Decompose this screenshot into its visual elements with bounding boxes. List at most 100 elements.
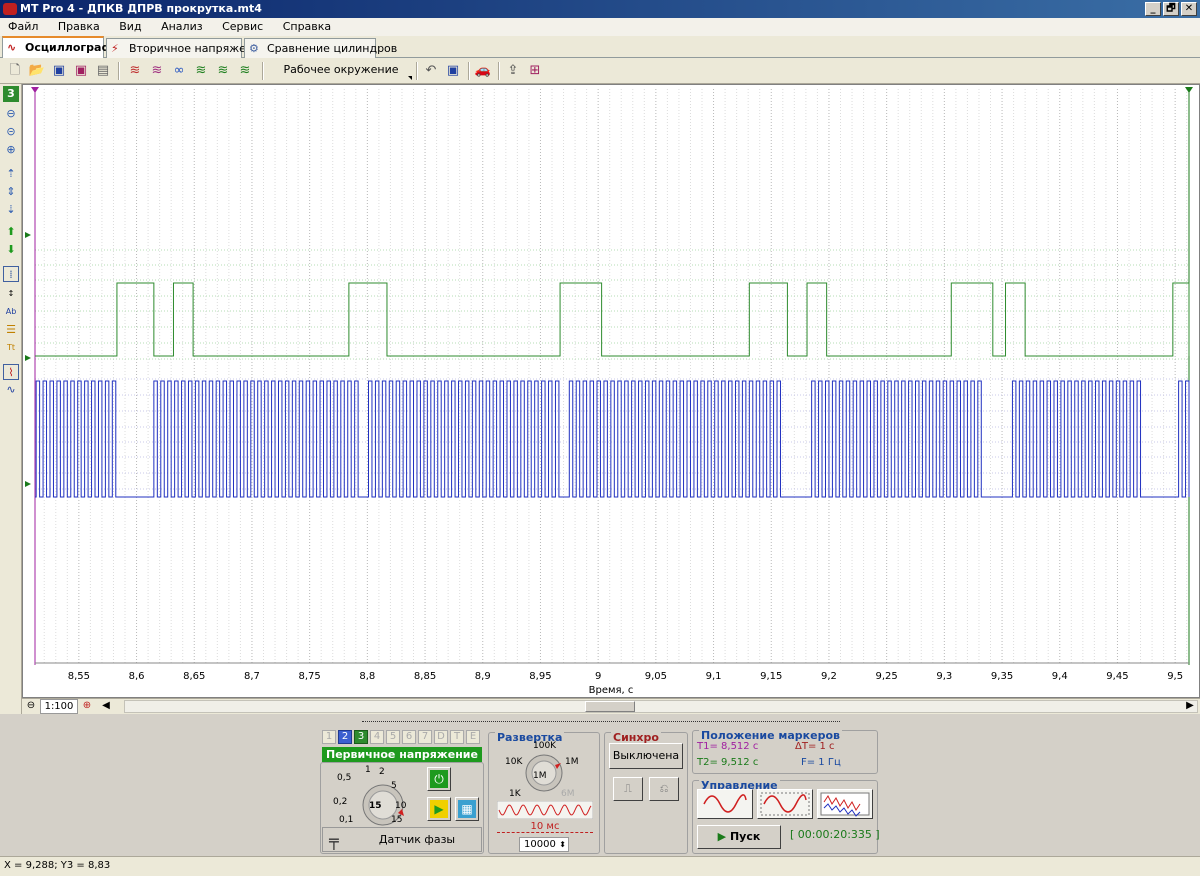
waveform-canvas[interactable] bbox=[23, 85, 1199, 697]
secondary-voltage-icon: ⚡ bbox=[111, 42, 119, 55]
channel-tab-5[interactable]: 5 bbox=[386, 730, 400, 744]
cursor-icon[interactable]: ⁞ bbox=[3, 266, 19, 282]
x-tick-label: 8,95 bbox=[529, 671, 552, 682]
channel-tab-7[interactable]: 7 bbox=[418, 730, 432, 744]
undo-icon[interactable]: ↶ bbox=[422, 62, 440, 80]
sync-panel: Синхро Выключена ⎍ ⎌ bbox=[604, 731, 688, 854]
move-down-icon[interactable]: ⬇ bbox=[3, 242, 19, 258]
wave-link-icon[interactable]: ∞ bbox=[170, 62, 188, 80]
scroll-right-button[interactable]: ▶ bbox=[1184, 699, 1196, 714]
elapsed-timer: [ 00:00:20:335 ] bbox=[790, 828, 880, 841]
zoom-plus-icon[interactable]: ⊕ bbox=[3, 142, 19, 158]
save-as-icon[interactable]: ▣ bbox=[72, 62, 90, 80]
zoom-out-icon[interactable]: ⊖ bbox=[3, 106, 19, 122]
tab-secondary-voltage[interactable]: ⚡ Вторичное напряжение bbox=[106, 38, 267, 58]
normal-wave-icon bbox=[760, 792, 810, 816]
sweep-time: 10 мс bbox=[497, 821, 593, 833]
restore-button[interactable]: 🗗 bbox=[1163, 2, 1179, 16]
move-up-icon[interactable]: ⬆ bbox=[3, 224, 19, 240]
open-folder-icon[interactable]: 📂 bbox=[28, 62, 46, 80]
measure-icon[interactable]: ↕ bbox=[3, 286, 19, 302]
auto-button[interactable]: ▶ bbox=[427, 797, 451, 821]
zoom-scale[interactable]: 1:100 bbox=[40, 699, 78, 714]
x-tick-label: 9,1 bbox=[705, 671, 722, 682]
channel-tab-1[interactable]: 1 bbox=[322, 730, 336, 744]
channel-tab-4[interactable]: 4 bbox=[370, 730, 384, 744]
sweep-waveform-preview bbox=[497, 801, 593, 819]
x-tick-label: 8,55 bbox=[67, 671, 90, 682]
knob-label-2: 2 bbox=[379, 767, 385, 777]
active-channel-indicator[interactable]: 3 bbox=[3, 86, 19, 102]
scrollbar-thumb[interactable] bbox=[585, 701, 635, 712]
wave-check-icon[interactable]: ≋ bbox=[192, 62, 210, 80]
menu-help[interactable]: Справка bbox=[275, 18, 339, 35]
menu-view[interactable]: Вид bbox=[111, 18, 149, 35]
text-icon[interactable]: Ab bbox=[3, 304, 19, 320]
scroll-down-icon[interactable]: ⇣ bbox=[3, 202, 19, 218]
knob-label-0-5: 0,5 bbox=[337, 773, 352, 783]
menu-edit[interactable]: Правка bbox=[50, 18, 108, 35]
menu-bar: Файл Правка Вид Анализ Сервис Справка bbox=[0, 18, 1200, 36]
channel-tab-6[interactable]: 6 bbox=[402, 730, 416, 744]
zoom-minus-icon[interactable]: ⊝ bbox=[3, 124, 19, 140]
scroll-left-button[interactable]: ◀ bbox=[100, 699, 112, 714]
normal-mode-button[interactable] bbox=[757, 789, 813, 819]
zoom-out-button[interactable]: ⊖ bbox=[24, 699, 38, 714]
menu-analysis[interactable]: Анализ bbox=[153, 18, 211, 35]
start-button[interactable]: ▶ Пуск bbox=[697, 825, 781, 849]
scroll-middle-icon[interactable]: ⇕ bbox=[3, 184, 19, 200]
dock-splitter[interactable] bbox=[362, 716, 840, 722]
wave-calc-icon[interactable]: ≋ bbox=[214, 62, 232, 80]
record-mode-button[interactable] bbox=[817, 789, 873, 819]
knob-label-5: 5 bbox=[391, 781, 397, 791]
markers-panel: Положение маркеров T1= 8,512 с T2= 9,512… bbox=[692, 729, 878, 774]
horizontal-scrollbar[interactable] bbox=[124, 700, 1198, 713]
marker-icon[interactable]: ⊞ bbox=[526, 62, 544, 80]
text-format-icon[interactable]: Tt bbox=[3, 340, 19, 356]
x-tick-label: 9 bbox=[594, 671, 602, 682]
single-mode-button[interactable] bbox=[697, 789, 753, 819]
multi-wave-alt-icon[interactable]: ≋ bbox=[148, 62, 166, 80]
spectrum-icon[interactable]: ∿ bbox=[3, 382, 19, 398]
minimize-button[interactable]: _ bbox=[1145, 2, 1161, 16]
save-copy-icon[interactable]: ▤ bbox=[94, 62, 112, 80]
rising-edge-icon[interactable]: ⎍ bbox=[613, 777, 643, 801]
tab-cylinder-compare[interactable]: ⚙ Сравнение цилиндров bbox=[244, 38, 397, 58]
falling-edge-icon[interactable]: ⎌ bbox=[649, 777, 679, 801]
channel-tab-3[interactable]: 3 bbox=[354, 730, 368, 744]
points-stepper[interactable]: 10000 ⬍ bbox=[519, 837, 569, 852]
power-button[interactable]: ⏻ bbox=[427, 767, 451, 791]
scroll-up-icon[interactable]: ⇡ bbox=[3, 166, 19, 182]
marker-t2: T2= 9,512 с bbox=[697, 757, 759, 768]
stepper-arrows-icon[interactable]: ⬍ bbox=[559, 838, 566, 851]
app-icon bbox=[3, 3, 17, 15]
close-button[interactable]: ✕ bbox=[1181, 2, 1197, 16]
channel-tab-2[interactable]: 2 bbox=[338, 730, 352, 744]
multi-wave-icon[interactable]: ≋ bbox=[126, 62, 144, 80]
x-axis-title: Время, с bbox=[588, 685, 634, 696]
sensor-selector[interactable]: ╤ Датчик фазы bbox=[322, 827, 482, 852]
car-icon[interactable]: 🚗 bbox=[474, 62, 492, 80]
oscilloscope-plot[interactable]: 8,55 8,6 8,65 8,7 8,75 8,8 8,85 8,9 8,95 9 9,05 9,1… bbox=[22, 84, 1200, 698]
status-bar: X = 9,288; Y3 = 8,83 bbox=[0, 856, 1200, 876]
sync-mode-button[interactable]: Выключена bbox=[609, 743, 683, 769]
wave-settings-icon[interactable]: ≋ bbox=[236, 62, 254, 80]
record-wave-icon bbox=[820, 792, 870, 817]
menu-service[interactable]: Сервис bbox=[214, 18, 271, 35]
channel-tab-e[interactable]: E bbox=[466, 730, 480, 744]
save-icon[interactable]: ▣ bbox=[50, 62, 68, 80]
save-workspace-icon[interactable]: ▣ bbox=[444, 62, 462, 80]
graph-icon[interactable]: ⌇ bbox=[3, 364, 19, 380]
new-file-icon[interactable]: 🗋 bbox=[6, 62, 24, 80]
list-icon[interactable]: ☰ bbox=[3, 322, 19, 338]
export-icon[interactable]: ⇪ bbox=[504, 62, 522, 80]
channel-tab-d[interactable]: D bbox=[434, 730, 448, 744]
tab-oscilloscope[interactable]: ∿ Осциллограф bbox=[2, 36, 112, 58]
menu-file[interactable]: Файл bbox=[0, 18, 46, 35]
calculator-button[interactable]: ▦ bbox=[455, 797, 479, 821]
marker-t1-handle bbox=[31, 87, 39, 93]
zoom-in-button[interactable]: ⊕ bbox=[80, 699, 94, 714]
channel-tab-t[interactable]: T bbox=[450, 730, 464, 744]
channel-3-offset-marker bbox=[25, 355, 31, 361]
workspace-dropdown[interactable]: Рабочее окружение bbox=[268, 60, 414, 82]
